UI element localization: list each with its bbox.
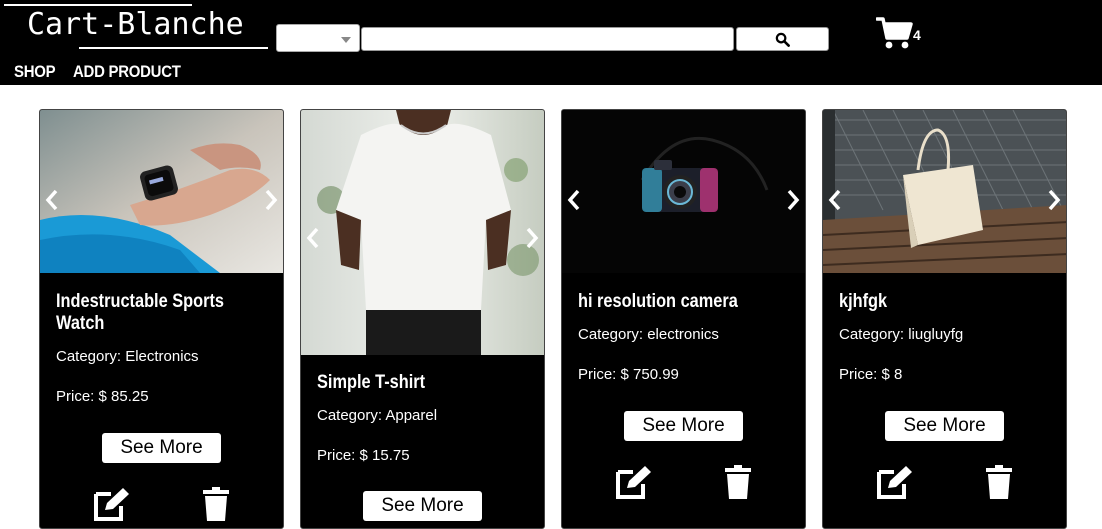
- cart-icon: [875, 17, 913, 49]
- product-price: Price: $ 750.99: [578, 366, 679, 383]
- edit-icon[interactable]: [876, 464, 914, 500]
- chevron-down-icon: [341, 37, 351, 43]
- category-select[interactable]: [276, 24, 360, 52]
- product-category: Category: Apparel: [317, 407, 438, 424]
- product-title-line2: Watch: [56, 313, 105, 334]
- nav-shop[interactable]: SHOP: [14, 62, 56, 82]
- nav-add-product[interactable]: ADD PRODUCT: [73, 62, 181, 82]
- search-button[interactable]: [736, 27, 829, 51]
- trash-icon[interactable]: [984, 464, 1014, 500]
- product-category: Category: liugluyfg: [839, 326, 964, 343]
- brand-logo[interactable]: Cart-Blanche: [27, 5, 244, 45]
- product-card: hi resolution camera Category: electroni…: [561, 109, 806, 529]
- carousel-prev-icon[interactable]: [304, 226, 322, 250]
- carousel-next-icon[interactable]: [784, 188, 802, 212]
- carousel-next-icon[interactable]: [1045, 188, 1063, 212]
- product-title: Simple T-shirt: [317, 372, 426, 393]
- product-image-carousel: [301, 110, 544, 355]
- product-price: Price: $ 8: [839, 366, 903, 383]
- trash-icon[interactable]: [201, 486, 231, 522]
- cart-count-badge: 4: [913, 27, 921, 43]
- product-image: [301, 110, 544, 355]
- carousel-next-icon[interactable]: [523, 226, 541, 250]
- edit-icon[interactable]: [93, 486, 131, 522]
- product-image-carousel: [562, 110, 805, 273]
- product-price: Price: $ 85.25: [56, 388, 149, 405]
- product-card: kjhfgk Category: liugluyfg Price: $ 8 Se…: [822, 109, 1067, 529]
- product-title: Indestructable Sports: [56, 291, 224, 312]
- carousel-prev-icon[interactable]: [43, 188, 61, 212]
- carousel-next-icon[interactable]: [262, 188, 280, 212]
- product-title: hi resolution camera: [578, 291, 738, 312]
- product-image: [40, 110, 283, 273]
- carousel-prev-icon[interactable]: [565, 188, 583, 212]
- top-navbar: Cart-Blanche 4 SHOP ADD PRODUCT: [0, 0, 1102, 85]
- see-more-button[interactable]: See More: [885, 411, 1004, 441]
- see-more-button[interactable]: See More: [624, 411, 743, 441]
- trash-icon[interactable]: [723, 464, 753, 500]
- logo-underline-bottom: [79, 47, 268, 49]
- see-more-button[interactable]: See More: [102, 433, 221, 463]
- product-category: Category: Electronics: [56, 348, 199, 365]
- product-image: [562, 110, 805, 273]
- product-card: Indestructable Sports Watch Category: El…: [39, 109, 284, 529]
- product-image-carousel: [40, 110, 283, 273]
- product-image: [823, 110, 1066, 273]
- carousel-prev-icon[interactable]: [826, 188, 844, 212]
- see-more-button[interactable]: See More: [363, 491, 482, 521]
- search-icon: [775, 32, 790, 47]
- product-card: Simple T-shirt Category: Apparel Price: …: [300, 109, 545, 529]
- product-category: Category: electronics: [578, 326, 719, 343]
- edit-icon[interactable]: [615, 464, 653, 500]
- product-title: kjhfgk: [839, 291, 888, 312]
- product-price: Price: $ 15.75: [317, 447, 410, 464]
- product-image-carousel: [823, 110, 1066, 273]
- search-input[interactable]: [361, 27, 734, 51]
